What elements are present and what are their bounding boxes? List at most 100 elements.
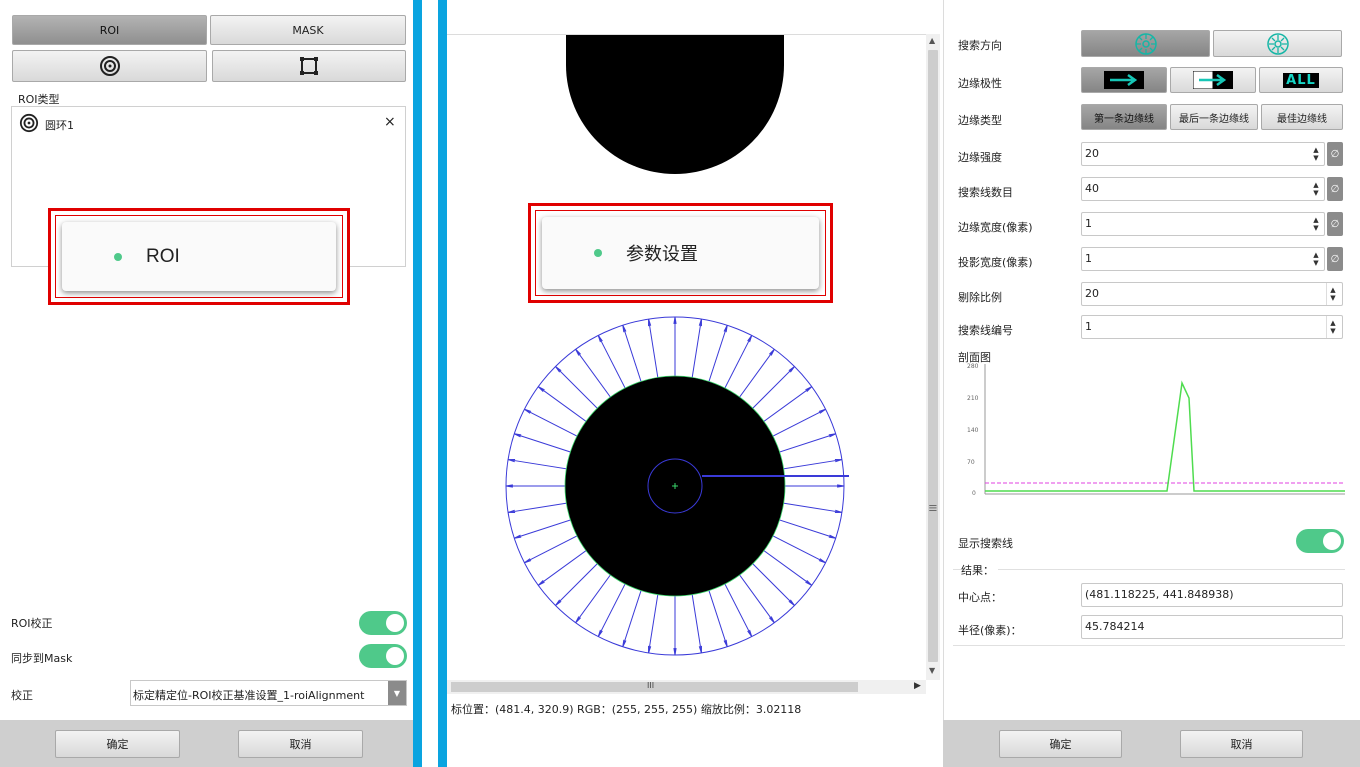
- scroll-down-icon[interactable]: ▼: [929, 666, 935, 675]
- polarity-light-to-dark-button[interactable]: [1170, 67, 1256, 93]
- light-to-dark-icon: [1193, 71, 1233, 89]
- search-lines-value: 40: [1085, 182, 1099, 195]
- callout-card: 参数设置: [542, 217, 819, 289]
- polarity-all-button[interactable]: ALL: [1259, 67, 1343, 93]
- link-icon[interactable]: ∅: [1327, 247, 1343, 271]
- scroll-up-icon[interactable]: ▲: [929, 36, 935, 45]
- tab-roi[interactable]: ROI: [12, 15, 207, 45]
- line-index-label: 搜索线编号: [958, 324, 1013, 337]
- dark-to-light-icon: [1104, 71, 1144, 89]
- scroll-thumb[interactable]: |||: [928, 50, 938, 662]
- spinner-icon[interactable]: ▲ ▼: [1310, 248, 1322, 270]
- search-arrowhead: [524, 558, 532, 564]
- add-rect-roi-button[interactable]: [212, 50, 406, 82]
- roi-item-name: 圆环1: [45, 119, 74, 132]
- all-polarity-icon: ALL: [1283, 72, 1319, 88]
- bullet-dot: [594, 249, 602, 257]
- y-tick: 210: [967, 395, 979, 402]
- search-arrowhead: [597, 629, 603, 637]
- link-icon[interactable]: ∅: [1327, 177, 1343, 201]
- search-arrowhead: [597, 335, 603, 343]
- correct-label: 校正: [11, 689, 33, 702]
- close-icon[interactable]: ×: [384, 114, 396, 130]
- search-inward-button[interactable]: [1081, 30, 1210, 57]
- vertical-scrollbar[interactable]: ▲ ||| ▼: [926, 34, 940, 680]
- edge-type-label: 边缘类型: [958, 114, 1002, 127]
- spinner-icon[interactable]: ▲ ▼: [1310, 143, 1322, 165]
- y-tick: 0: [972, 490, 976, 497]
- search-arrowhead: [818, 408, 826, 414]
- left-splitter[interactable]: [413, 0, 422, 767]
- edge-width-input[interactable]: 1 ▲ ▼: [1081, 212, 1325, 236]
- edge-type-last-button[interactable]: 最后一条边缘线: [1170, 104, 1258, 130]
- left-ok-button[interactable]: 确定: [55, 730, 180, 758]
- divider: [953, 569, 1345, 570]
- spinner-icon[interactable]: ▲ ▼: [1310, 178, 1322, 200]
- panel-border: [943, 0, 944, 720]
- scroll-right-icon[interactable]: ▶: [914, 681, 921, 691]
- splitter-gap: [422, 0, 438, 767]
- show-lines-toggle[interactable]: [1296, 529, 1344, 553]
- scroll-grip: |||: [929, 504, 937, 512]
- callout-label: 参数设置: [626, 244, 698, 265]
- y-tick: 140: [967, 427, 979, 434]
- remove-ratio-label: 剔除比例: [958, 291, 1002, 304]
- search-lines-input[interactable]: 40 ▲ ▼: [1081, 177, 1325, 201]
- right-footer: 确定 取消: [943, 720, 1360, 767]
- ring-icon: [19, 113, 39, 133]
- roi-correct-label: ROI校正: [11, 617, 53, 630]
- list-item[interactable]: 圆环1 ×: [12, 111, 405, 135]
- sync-mask-toggle[interactable]: [359, 644, 407, 668]
- callout-label: ROI: [146, 245, 180, 267]
- proj-width-input[interactable]: 1 ▲ ▼: [1081, 247, 1325, 271]
- edge-strength-label: 边缘强度: [958, 151, 1002, 164]
- tab-mask[interactable]: MASK: [210, 15, 406, 45]
- profile-chart: 280 210 140 70 0: [953, 358, 1345, 503]
- right-ok-button[interactable]: 确定: [999, 730, 1122, 758]
- edge-type-best-button[interactable]: 最佳边缘线: [1261, 104, 1343, 130]
- rectangle-icon: [300, 57, 318, 75]
- top-black-circle: [566, 35, 784, 174]
- spinner-icon[interactable]: ▲ ▼: [1310, 213, 1322, 235]
- add-ring-roi-button[interactable]: [12, 50, 207, 82]
- search-direction-label: 搜索方向: [958, 39, 1002, 52]
- outward-search-icon: [1266, 32, 1289, 55]
- edge-width-value: 1: [1085, 217, 1092, 230]
- spinner-icon[interactable]: ▲ ▼: [1326, 316, 1339, 338]
- chevron-down-icon[interactable]: ▼: [388, 681, 406, 705]
- radius-value: 45.784214: [1085, 620, 1145, 633]
- radius-label: 半径(像素)：: [958, 624, 1022, 637]
- center-splitter[interactable]: [438, 0, 447, 767]
- left-cancel-button[interactable]: 取消: [238, 730, 363, 758]
- remove-ratio-input[interactable]: 20 ▲ ▼: [1081, 282, 1343, 306]
- roi-callout: ROI: [48, 208, 350, 305]
- profile-chart-graphics: [984, 364, 1345, 495]
- left-footer: 确定 取消: [0, 720, 413, 767]
- image-canvas[interactable]: [447, 34, 926, 681]
- divider: [953, 645, 1345, 646]
- callout-card: ROI: [62, 222, 336, 291]
- edge-type-first-button[interactable]: 第一条边缘线: [1081, 104, 1167, 130]
- roi-correct-toggle[interactable]: [359, 611, 407, 635]
- right-cancel-button[interactable]: 取消: [1180, 730, 1303, 758]
- search-arrowhead: [818, 558, 826, 564]
- proj-width-label: 投影宽度(像素): [958, 256, 1033, 269]
- polarity-dark-to-light-button[interactable]: [1081, 67, 1167, 93]
- spinner-icon[interactable]: ▲ ▼: [1326, 283, 1339, 305]
- link-icon[interactable]: ∅: [1327, 212, 1343, 236]
- line-index-input[interactable]: 1 ▲ ▼: [1081, 315, 1343, 339]
- edge-width-label: 边缘宽度(像素): [958, 221, 1033, 234]
- horizontal-scrollbar[interactable]: III ▶: [447, 680, 926, 694]
- correct-select[interactable]: 标定精定位-ROI校正基准设置_1-roiAlignment ▼: [130, 680, 407, 706]
- y-tick: 280: [967, 363, 979, 370]
- search-outward-button[interactable]: [1213, 30, 1342, 57]
- roi-type-label: ROI类型: [18, 93, 60, 106]
- edge-polarity-label: 边缘极性: [958, 77, 1002, 90]
- link-icon[interactable]: ∅: [1327, 142, 1343, 166]
- param-callout: 参数设置: [528, 203, 833, 303]
- edge-strength-input[interactable]: 20 ▲ ▼: [1081, 142, 1325, 166]
- remove-ratio-value: 20: [1085, 287, 1099, 300]
- center-point-value: (481.118225, 441.848938): [1085, 588, 1234, 601]
- h-scroll-thumb[interactable]: III: [451, 681, 858, 692]
- show-lines-label: 显示搜索线: [958, 537, 1013, 550]
